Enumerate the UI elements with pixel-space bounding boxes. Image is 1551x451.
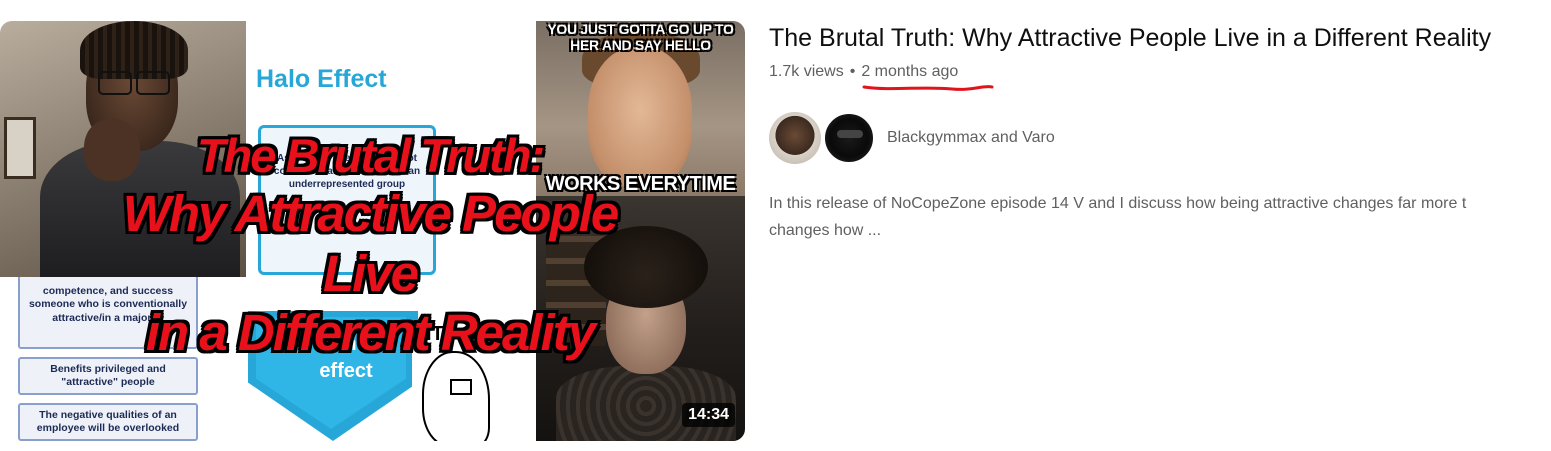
meme-top-text: YOU JUST GOTTA GO UP TO HER AND SAY HELL…	[547, 21, 734, 54]
overlay-line: The Brutal Truth:	[196, 129, 545, 182]
channel-name[interactable]: Blackgymmax and Varo	[887, 129, 1055, 147]
video-thumbnail[interactable]: competence, and success someone who is c…	[0, 21, 745, 441]
channel-row[interactable]: Blackgymmax and Varo	[769, 110, 1055, 166]
red-underline-annotation	[862, 85, 994, 91]
infographic-item: The negative qualities of an employee wi…	[18, 403, 198, 441]
upload-age: 2 months ago	[861, 63, 959, 80]
meta-separator: •	[849, 63, 856, 80]
glasses-icon	[98, 71, 170, 95]
video-description: In this release of NoCopeZone episode 14…	[769, 195, 1467, 239]
overlay-line: Why Attractive People Live	[122, 184, 620, 302]
video-meta: 1.7k views • 2 months ago	[769, 63, 958, 81]
duration-badge: 14:34	[682, 403, 735, 427]
thumbnail-title-overlay: The Brutal Truth: Why Attractive People …	[70, 129, 670, 363]
wall-picture	[4, 117, 36, 179]
wojak-icon	[422, 351, 490, 441]
video-title[interactable]: The Brutal Truth: Why Attractive People …	[769, 24, 1491, 53]
overlay-line: in a Different Reality	[145, 304, 596, 362]
view-count: 1.7k views	[769, 63, 844, 80]
channel-avatar[interactable]	[823, 112, 875, 164]
channel-avatar[interactable]	[769, 112, 821, 164]
halo-effect-title: Halo Effect	[256, 65, 387, 93]
wojak-glasses	[450, 379, 472, 395]
